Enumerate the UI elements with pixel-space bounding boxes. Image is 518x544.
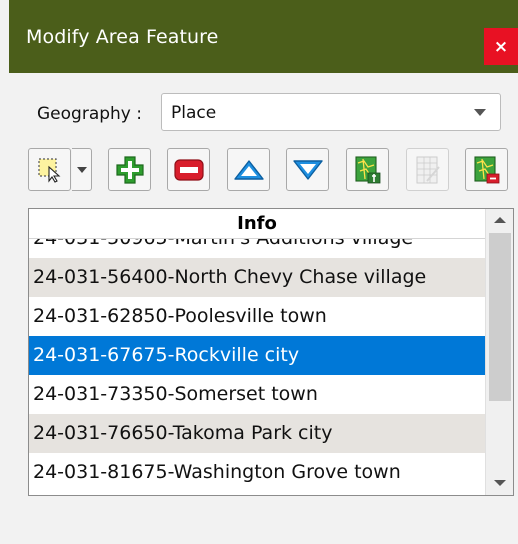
table-row-selected[interactable]: 24-031-67675-Rockville city <box>29 336 485 375</box>
table-row[interactable]: 24-031-76650-Takoma Park city <box>29 414 485 453</box>
window-title: Modify Area Feature <box>26 26 219 48</box>
remove-layer-button[interactable] <box>465 148 508 191</box>
move-up-icon <box>233 159 264 180</box>
select-button[interactable] <box>28 148 71 191</box>
scrollbar-thumb[interactable] <box>489 233 511 401</box>
select-feature-icon <box>37 157 60 183</box>
add-layer-button[interactable] <box>346 148 389 191</box>
remove-button[interactable] <box>167 148 210 191</box>
table-row[interactable]: 24-031-62850-Poolesville town <box>29 297 485 336</box>
table-row[interactable]: 24-031-50965-Martin's Additions village <box>29 239 485 258</box>
geography-selected-value: Place <box>171 103 217 123</box>
scroll-up-arrow-icon[interactable] <box>486 209 513 233</box>
geography-label: Geography : <box>37 104 142 124</box>
column-header-info: Info <box>237 213 277 234</box>
title-bar: Modify Area Feature <box>9 0 518 73</box>
geography-select[interactable]: Place <box>161 93 501 131</box>
select-dropdown-button[interactable] <box>72 148 92 191</box>
scroll-down-arrow-icon[interactable] <box>486 471 513 495</box>
table-icon <box>416 156 440 183</box>
table-row[interactable]: 24-031-73350-Somerset town <box>29 375 485 414</box>
remove-layer-icon <box>473 155 499 183</box>
vertical-scrollbar[interactable] <box>485 209 513 495</box>
move-up-button[interactable] <box>227 148 270 191</box>
chevron-down-icon <box>474 109 486 116</box>
add-icon <box>115 155 144 184</box>
toolbar <box>28 148 518 198</box>
remove-icon <box>173 158 204 181</box>
add-button[interactable] <box>108 148 151 191</box>
table-button[interactable] <box>406 148 449 191</box>
table-body: 24-031-50965-Martin's Additions village … <box>29 239 485 495</box>
table-row[interactable]: 24-031-56400-North Chevy Chase village <box>29 258 485 297</box>
move-down-icon <box>292 159 323 180</box>
add-layer-icon <box>354 155 380 183</box>
info-table: Info 24-031-50965-Martin's Additions vil… <box>28 208 514 496</box>
table-header[interactable]: Info <box>29 209 485 239</box>
table-row[interactable]: 24-031-81675-Washington Grove town <box>29 453 485 492</box>
close-button[interactable]: × <box>484 28 518 65</box>
move-down-button[interactable] <box>286 148 329 191</box>
